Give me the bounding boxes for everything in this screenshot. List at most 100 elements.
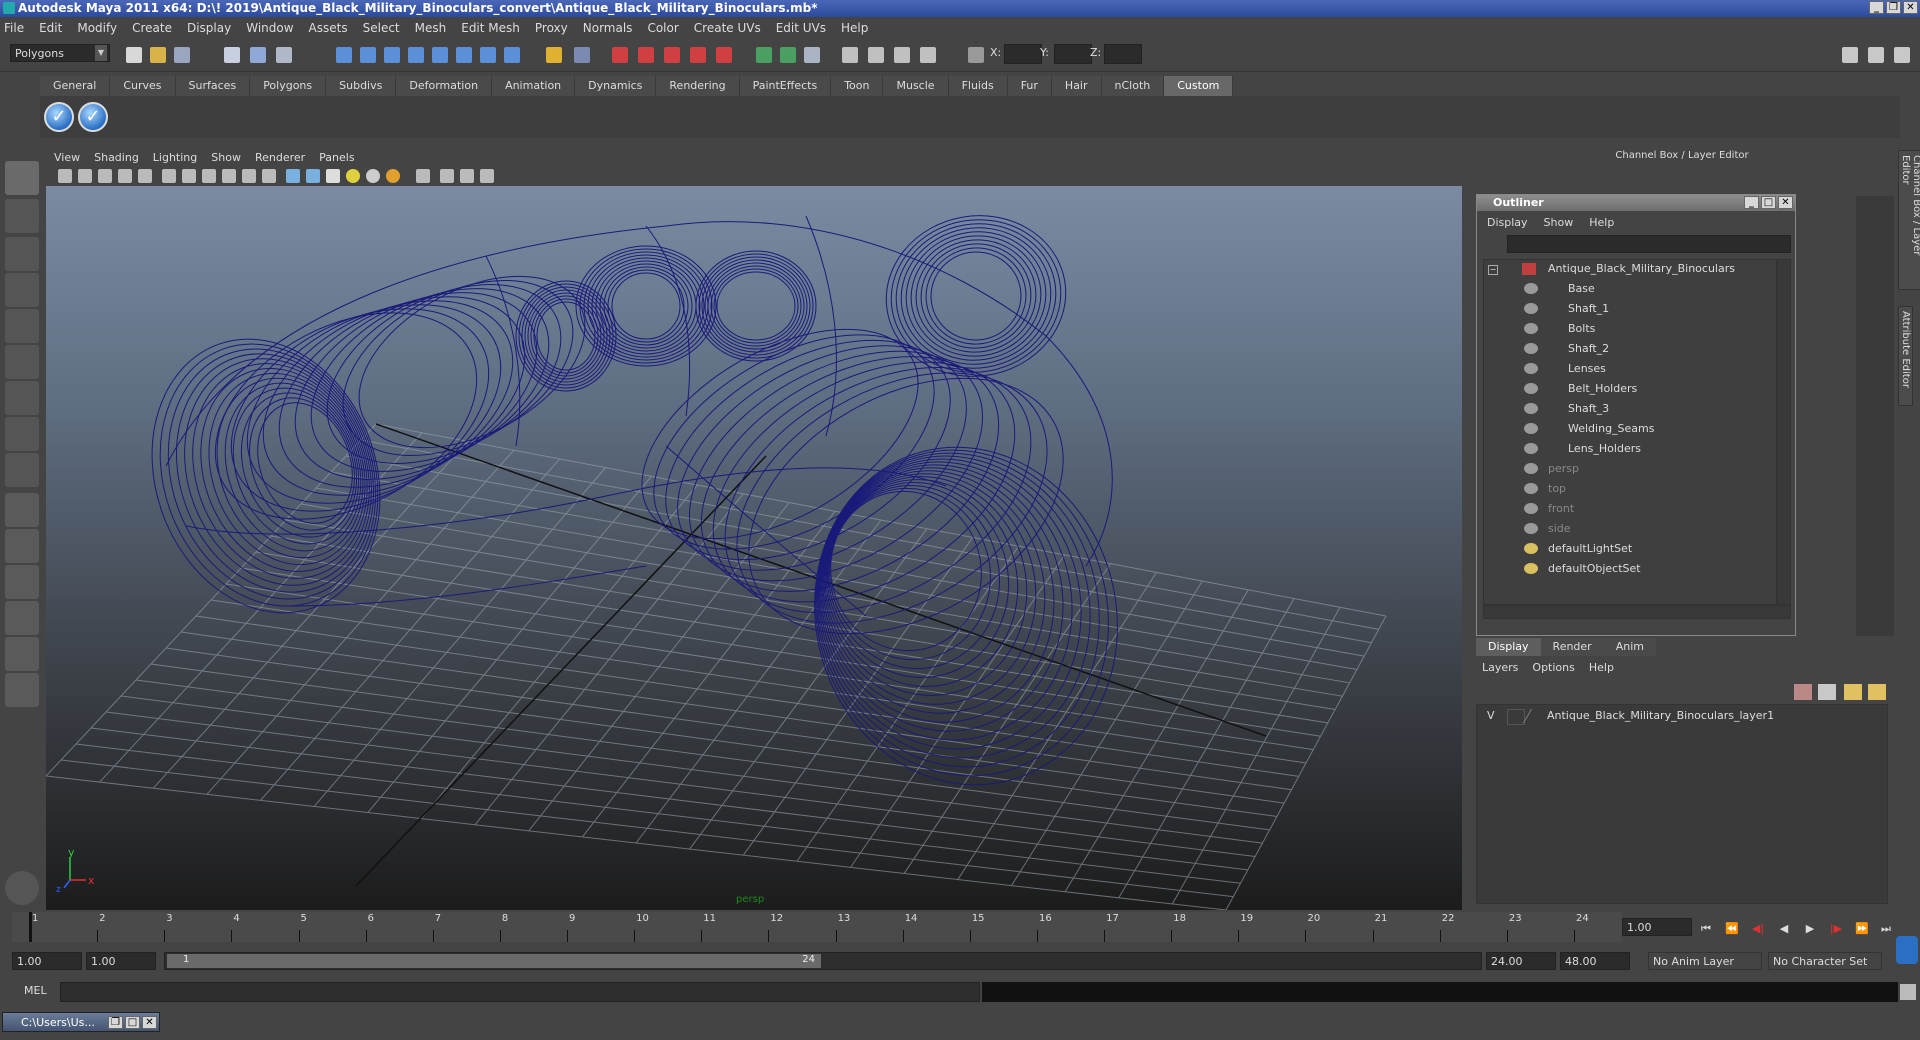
perspective-viewport[interactable]: y x z persp	[46, 186, 1462, 910]
outliner-menu-help[interactable]: Help	[1589, 216, 1614, 229]
toggle-tool-settings-icon[interactable]	[1894, 47, 1910, 63]
shelf-tab-deformation[interactable]: Deformation	[396, 76, 493, 96]
shelf-tab-custom[interactable]: Custom	[1164, 76, 1234, 96]
menu-edit-mesh[interactable]: Edit Mesh	[461, 21, 520, 35]
select-hierarchy-icon[interactable]	[224, 47, 240, 63]
z-field[interactable]	[1104, 44, 1142, 64]
scale-tool-icon[interactable]	[5, 345, 39, 379]
select-tool-icon[interactable]	[5, 161, 39, 195]
range-slider[interactable]: 1 24	[164, 952, 1482, 970]
minimize-button[interactable]: _	[1869, 1, 1884, 14]
outliner-item-root[interactable]: − Antique_Black_Military_Binoculars	[1484, 260, 1776, 278]
viewport-menu-panels[interactable]: Panels	[319, 151, 354, 164]
shelf-tab-surfaces[interactable]: Surfaces	[175, 76, 251, 96]
menu-file[interactable]: File	[4, 21, 24, 35]
character-set-dropdown[interactable]: No Character Set	[1768, 952, 1882, 970]
viewport-menu-show[interactable]: Show	[211, 151, 241, 164]
minimized-window-item[interactable]: C:\Users\Us... ❐ □ ✕	[2, 1012, 160, 1032]
render-settings-icon[interactable]	[664, 47, 680, 63]
hud-icon[interactable]	[480, 169, 494, 183]
xray-icon[interactable]	[242, 169, 256, 183]
isolate-icon[interactable]	[574, 47, 590, 63]
four-pane-layout-icon[interactable]	[5, 529, 39, 563]
construction-history-icon[interactable]	[480, 47, 496, 63]
lasso-tool-icon[interactable]	[5, 199, 39, 233]
shelf-tab-general[interactable]: General	[40, 76, 111, 96]
camera-select-icon[interactable]	[78, 169, 92, 183]
snap-view-icon[interactable]	[408, 47, 424, 63]
y-field[interactable]	[1054, 44, 1092, 64]
grid-toggle-icon[interactable]	[138, 169, 152, 183]
current-time-marker[interactable]	[29, 912, 32, 942]
render-frame-icon[interactable]	[612, 47, 628, 63]
shelf-tab-rendering[interactable]: Rendering	[656, 76, 740, 96]
frame-selected-icon[interactable]	[460, 169, 474, 183]
layer-menu-layers[interactable]: Layers	[1482, 661, 1518, 674]
light-icon[interactable]	[346, 169, 360, 183]
play-backwards-button[interactable]: ◀	[1776, 922, 1792, 936]
output-line-icon[interactable]	[780, 47, 796, 63]
layer-editor-icon[interactable]	[920, 47, 936, 63]
custom-layout-icon[interactable]	[5, 673, 39, 707]
layer-tab-anim[interactable]: Anim	[1603, 638, 1656, 656]
step-back-key-button[interactable]: ⏪	[1724, 922, 1740, 936]
shelf-tab-muscle[interactable]: Muscle	[883, 76, 949, 96]
outliner-item-shaft-1[interactable]: Shaft_1	[1484, 300, 1776, 318]
select-object-icon[interactable]	[250, 47, 266, 63]
outliner-item-lenses[interactable]: Lenses	[1484, 360, 1776, 378]
manipulator-tool-icon[interactable]	[5, 381, 39, 415]
outliner-maximize-button[interactable]: □	[1761, 196, 1776, 209]
collapse-icon[interactable]: −	[1488, 265, 1498, 275]
quick-layout-icon[interactable]	[5, 871, 39, 905]
outliner-item-bolts[interactable]: Bolts	[1484, 320, 1776, 338]
bookmark-icon[interactable]	[98, 169, 112, 183]
outliner-vertical-scrollbar[interactable]	[1777, 259, 1791, 605]
absolute-transform-icon[interactable]	[968, 47, 984, 63]
menu-mesh[interactable]: Mesh	[415, 21, 447, 35]
outliner-persp-layout-icon[interactable]	[5, 565, 39, 599]
outliner-item-top[interactable]: top	[1484, 480, 1776, 498]
custom-shelf-button-2[interactable]: ✓	[78, 102, 108, 132]
menu-set-dropdown[interactable]: Polygons ▼	[10, 44, 110, 62]
menu-modify[interactable]: Modify	[77, 21, 117, 35]
layer-menu-options[interactable]: Options	[1532, 661, 1574, 674]
range-slider-handle[interactable]: 1 24	[167, 954, 821, 968]
menu-edit-uvs[interactable]: Edit UVs	[776, 21, 826, 35]
new-layer-icon[interactable]	[1794, 684, 1812, 700]
taskitem-restore-button[interactable]: ❐	[108, 1016, 123, 1029]
outliner-item-default-object-set[interactable]: defaultObjectSet	[1484, 560, 1776, 578]
textured-icon[interactable]	[202, 169, 216, 183]
shelf-tab-toon[interactable]: Toon	[831, 76, 884, 96]
paint-select-tool-icon[interactable]	[5, 237, 39, 271]
wireframe-icon[interactable]	[162, 169, 176, 183]
viewport-menu-shading[interactable]: Shading	[94, 151, 139, 164]
menu-select[interactable]: Select	[363, 21, 400, 35]
viewport-menu-renderer[interactable]: Renderer	[255, 151, 305, 164]
command-language-label[interactable]: MEL	[24, 984, 47, 997]
shelf-tab-curves[interactable]: Curves	[110, 76, 176, 96]
outliner-menu-display[interactable]: Display	[1487, 216, 1528, 229]
step-forward-key-button[interactable]: ⏩	[1854, 922, 1870, 936]
outliner-horizontal-scrollbar[interactable]	[1483, 605, 1791, 619]
frame-all-icon[interactable]	[440, 169, 454, 183]
select-camera-icon[interactable]	[416, 169, 430, 183]
outliner-item-lens-holders[interactable]: Lens_Holders	[1484, 440, 1776, 458]
command-input[interactable]	[60, 982, 980, 1002]
new-scene-icon[interactable]	[126, 47, 142, 63]
restore-button[interactable]: ❐	[1886, 1, 1901, 14]
tab-attribute-editor[interactable]: Attribute Editor	[1898, 306, 1913, 406]
menu-assets[interactable]: Assets	[309, 21, 348, 35]
layer-menu-help[interactable]: Help	[1589, 661, 1614, 674]
taskitem-maximize-button[interactable]: □	[125, 1016, 140, 1029]
taskitem-close-button[interactable]: ✕	[142, 1016, 157, 1029]
snap-point-icon[interactable]	[384, 47, 400, 63]
single-pane-layout-icon[interactable]	[5, 493, 39, 527]
shelf-tab-fluids[interactable]: Fluids	[948, 76, 1008, 96]
step-forward-frame-button[interactable]: |▶	[1828, 922, 1844, 936]
outliner-close-button[interactable]: ✕	[1778, 196, 1793, 209]
layer-color-swatch[interactable]	[1522, 709, 1545, 723]
move-layer-up-icon[interactable]	[1844, 684, 1862, 700]
viewport-menu-view[interactable]: View	[54, 151, 80, 164]
shelf-tab-dynamics[interactable]: Dynamics	[575, 76, 657, 96]
shelf-tab-polygons[interactable]: Polygons	[250, 76, 327, 96]
